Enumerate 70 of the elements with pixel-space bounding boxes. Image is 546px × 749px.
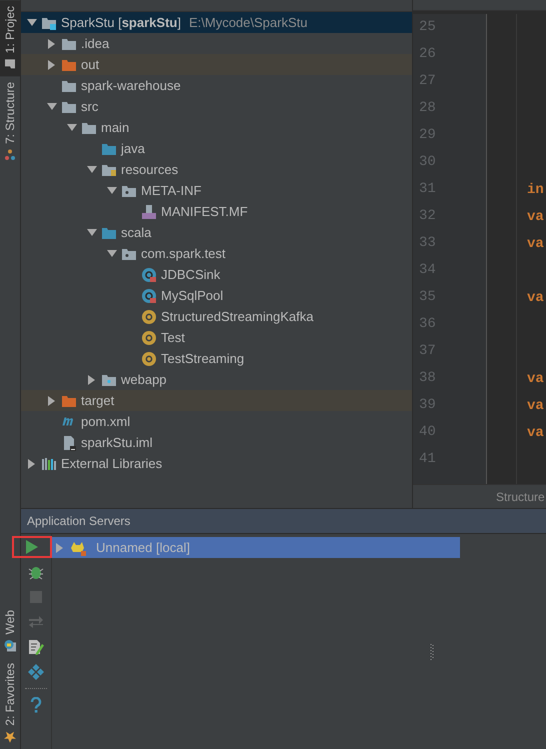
tree-item[interactable]: com.spark.test [21, 243, 412, 264]
object-icon [141, 308, 157, 324]
tool-window-tab[interactable]: 7: Structure [0, 76, 20, 168]
collapse-arrow-icon[interactable] [87, 166, 97, 174]
tree-item[interactable]: SparkStu [sparkStu] E:\Mycode\SparkStu [21, 12, 412, 33]
class-icon [141, 266, 157, 282]
run-button[interactable] [12, 536, 52, 558]
tool-window-tab[interactable]: 1: Projec [0, 0, 20, 76]
tree-item[interactable]: MySqlPool [21, 285, 412, 306]
expand-arrow-icon[interactable] [48, 60, 56, 70]
manifest-file-icon [141, 204, 157, 220]
tree-item[interactable]: External Libraries [21, 453, 412, 474]
tool-window-tab[interactable]: 2: Favorites [0, 657, 20, 749]
collapse-arrow-icon[interactable] [107, 250, 117, 258]
tree-item[interactable]: spark-warehouse [21, 75, 412, 96]
code-keyword: va [527, 236, 544, 252]
code-keyword: in [527, 182, 544, 198]
tree-item[interactable]: resources [21, 159, 412, 180]
help-icon [30, 697, 42, 713]
code-keyword: va [527, 370, 544, 386]
collapse-arrow-icon[interactable] [47, 102, 57, 110]
code-keyword: va [527, 290, 544, 306]
tree-item[interactable]: java [21, 138, 412, 159]
splitter-handle[interactable] [430, 644, 434, 660]
code-keyword: va [527, 398, 544, 414]
tree-item[interactable]: sparkStu.iml [21, 432, 412, 453]
collapse-arrow-icon[interactable] [27, 18, 37, 26]
tree-item[interactable]: pom.xml [21, 411, 412, 432]
tree-item[interactable]: src [21, 96, 412, 117]
bug-icon [28, 564, 44, 580]
collapse-arrow-icon[interactable] [87, 228, 97, 236]
expand-arrow-icon[interactable] [48, 396, 56, 406]
tree-item[interactable]: TestStreaming [21, 348, 412, 369]
structure-hint: Structure [496, 490, 545, 504]
star-icon [4, 731, 16, 743]
tree-item[interactable]: .idea [21, 33, 412, 54]
tree-item[interactable]: META-INF [21, 180, 412, 201]
object-icon [141, 330, 157, 346]
tree-item[interactable]: JDBCSink [21, 264, 412, 285]
globe-icon [4, 639, 16, 652]
expand-arrow-icon[interactable] [88, 374, 96, 384]
maven-icon [62, 417, 76, 426]
code-keyword: va [527, 208, 544, 224]
expand-arrow-icon[interactable] [48, 38, 56, 48]
run-icon [26, 540, 38, 554]
cat-icon [70, 540, 86, 556]
panel-title: Application Servers [27, 514, 130, 528]
folder-icon [4, 58, 16, 70]
arrows-icon [28, 615, 44, 629]
diamonds-icon [28, 664, 44, 680]
tree-item[interactable]: main [21, 117, 412, 138]
tree-item[interactable]: webapp [21, 369, 412, 390]
tree-item[interactable]: scala [21, 222, 412, 243]
tree-item[interactable]: StructuredStreamingKafka [21, 306, 412, 327]
file-icon [61, 434, 77, 450]
class-icon [141, 288, 157, 304]
code-keyword: va [527, 424, 544, 440]
collapse-arrow-icon[interactable] [67, 124, 77, 132]
tool-window-tab[interactable]: Web [0, 604, 20, 658]
collapse-arrow-icon[interactable] [107, 186, 117, 194]
structure-icon [4, 149, 16, 162]
tree-item[interactable]: Test [21, 327, 412, 348]
object-icon [141, 350, 157, 366]
expand-arrow-icon[interactable] [28, 458, 36, 468]
tree-item[interactable]: target [21, 390, 412, 411]
tree-item[interactable]: out [21, 54, 412, 75]
libraries-icon [41, 456, 57, 472]
stop-icon [30, 591, 42, 603]
tree-item[interactable]: MANIFEST.MF [21, 201, 412, 222]
edit-icon [28, 639, 44, 655]
